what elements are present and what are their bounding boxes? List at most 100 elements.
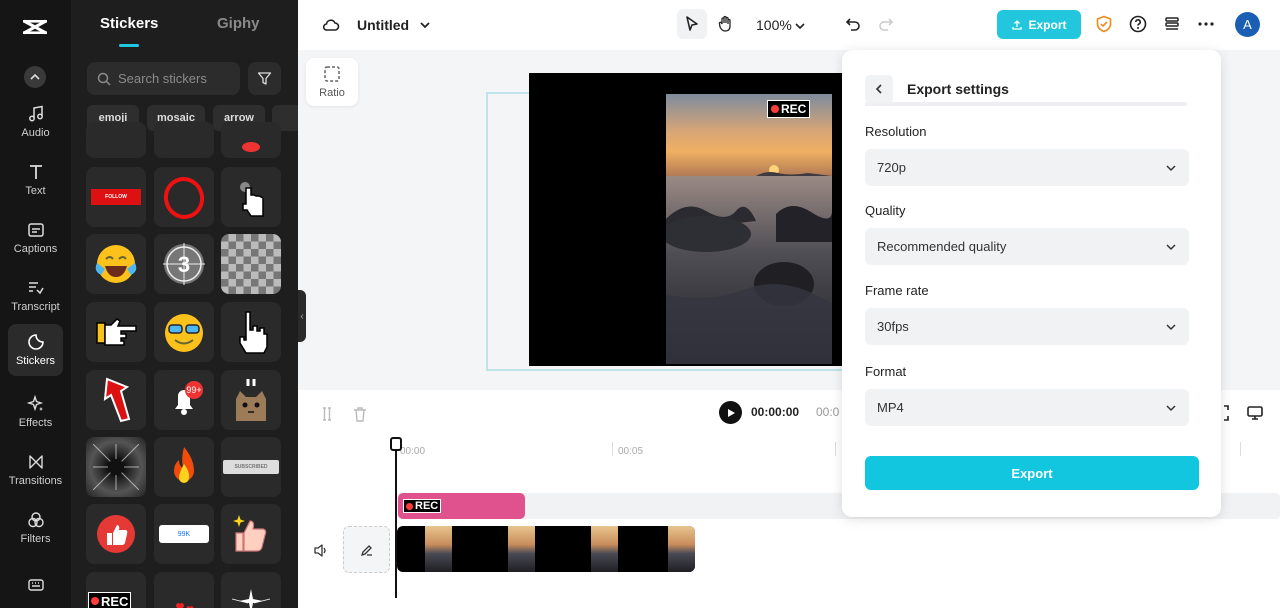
stickers-panel: Stickers Giphy Search stickers emoji mos… [71,0,298,608]
sticker-tile-notification[interactable]: 99+ [154,370,214,430]
rec-dot-icon [771,105,779,113]
zoom-chevron-down-icon[interactable] [791,17,809,35]
dialog-export-button[interactable]: Export [865,456,1199,490]
sticker-tile[interactable] [221,167,281,227]
rail-item-transcript[interactable]: Transcript [8,270,63,322]
quality-label: Quality [865,203,906,218]
sticker-tile[interactable] [86,370,146,430]
sticker-tile[interactable] [86,302,146,362]
panel-collapse-handle[interactable]: ‹ [298,290,306,342]
sticker-tile-mosaic[interactable] [221,234,281,294]
rail-item-filters[interactable]: Filters [8,502,63,554]
clip-thumbnail [425,526,452,572]
edit-cover-button[interactable] [343,526,390,573]
sticker-tile[interactable] [221,122,281,158]
pencil-icon [360,544,372,556]
subscribed-sticker-label: SUBSCRIBED [223,460,279,474]
rail-item-transitions[interactable]: Transitions [8,444,63,496]
clip-thumbnail [508,526,535,572]
select-tool-button[interactable] [677,9,707,39]
cloud-icon[interactable] [322,16,340,34]
sticker-tile[interactable] [221,302,281,362]
ratio-button[interactable]: Ratio [306,58,358,106]
sticker-tile[interactable] [221,370,281,430]
user-avatar[interactable]: A [1235,12,1260,37]
rec-overlay-sticker[interactable]: REC [767,100,811,118]
export-settings-dialog: Export settings Resolution 720p Quality … [842,50,1221,517]
rail-item-audio[interactable]: Audio [8,96,63,148]
play-button[interactable] [719,401,742,424]
frame-rate-select[interactable]: 30fps [865,308,1189,345]
back-button[interactable] [865,75,893,103]
sticker-tile[interactable] [86,234,146,294]
frame-rate-value: 30fps [877,319,909,334]
more-options-icon[interactable] [1197,15,1215,33]
clip-thumbnail [591,526,618,572]
monitor-icon[interactable] [1246,404,1264,422]
capcut-logo-icon[interactable] [20,12,50,42]
keyboard-icon [27,579,44,591]
sticker-tile[interactable] [154,302,214,362]
sticker-tile-countdown[interactable]: 3 [154,234,214,294]
video-clip[interactable] [397,526,695,572]
export-button[interactable]: Export [997,10,1081,39]
format-label: Format [865,364,907,379]
ruler-tick [1240,442,1241,456]
top-bar: Untitled 100% Export A [298,0,1280,50]
cursor-arrow-icon [686,16,698,31]
shield-icon[interactable] [1095,15,1113,33]
rec-clip-label: REC [415,500,439,512]
delete-icon[interactable] [351,405,369,423]
video-frame-sunset-beach[interactable] [666,94,832,364]
playhead[interactable] [395,440,397,598]
format-select[interactable]: MP4 [865,389,1189,426]
rail-item-captions[interactable]: Captions [8,212,63,264]
sticker-tile-rec[interactable]: REC [86,572,146,608]
playhead-handle[interactable] [390,437,402,451]
resolution-label: Resolution [865,124,927,139]
chevron-down-icon[interactable] [416,16,434,34]
transcript-icon [28,282,44,295]
rail-item-stickers[interactable]: Stickers [8,324,63,376]
undo-button[interactable] [844,15,862,33]
project-title[interactable]: Untitled [357,17,409,33]
rail-item-keyboard[interactable] [8,562,63,608]
layers-icon[interactable] [1163,15,1181,33]
sticker-tile[interactable] [221,572,281,608]
help-icon[interactable] [1129,15,1147,33]
sticker-tile[interactable] [86,437,146,497]
rail-item-effects[interactable]: Effects [8,386,63,438]
sticker-tile-subscribed[interactable]: SUBSCRIBED [221,437,281,497]
rec-clip-badge: REC [403,499,442,513]
stickers-icon [27,334,44,350]
sticker-tile[interactable] [86,122,146,158]
split-icon[interactable] [318,405,336,423]
export-button-label: Export [1028,17,1067,32]
sticker-tile-likes[interactable]: 99K [154,504,214,564]
sticker-tile[interactable] [154,167,214,227]
redo-button[interactable] [877,15,895,33]
quality-select[interactable]: Recommended quality [865,228,1189,265]
sticker-tile[interactable] [154,437,214,497]
red-dot-sticker-icon [242,142,260,152]
hand-tool-button[interactable] [716,15,734,33]
sticker-tile[interactable] [221,504,281,564]
filter-button[interactable] [248,62,281,95]
sticker-tile[interactable] [154,572,214,608]
sticker-tile-follow[interactable]: FOLLOW [86,167,146,227]
search-stickers-input[interactable]: Search stickers [87,62,240,95]
bell-notification-icon: 99+ [175,381,203,415]
thumbs-up-sparkle-icon [233,515,267,552]
collapse-rail-button[interactable] [24,66,46,88]
mute-track-button[interactable] [313,543,328,563]
rec-dot-icon [406,502,413,510]
search-placeholder: Search stickers [118,71,207,86]
sticker-tile[interactable] [154,122,214,158]
resolution-select[interactable]: 720p [865,149,1189,186]
rec-sticker-clip[interactable]: REC [398,493,525,519]
sticker-tile[interactable] [86,504,146,564]
tab-giphy[interactable]: Giphy [217,15,260,32]
tab-stickers[interactable]: Stickers [100,15,158,32]
zoom-level[interactable]: 100% [756,17,792,33]
rail-item-text[interactable]: Text [8,154,63,206]
